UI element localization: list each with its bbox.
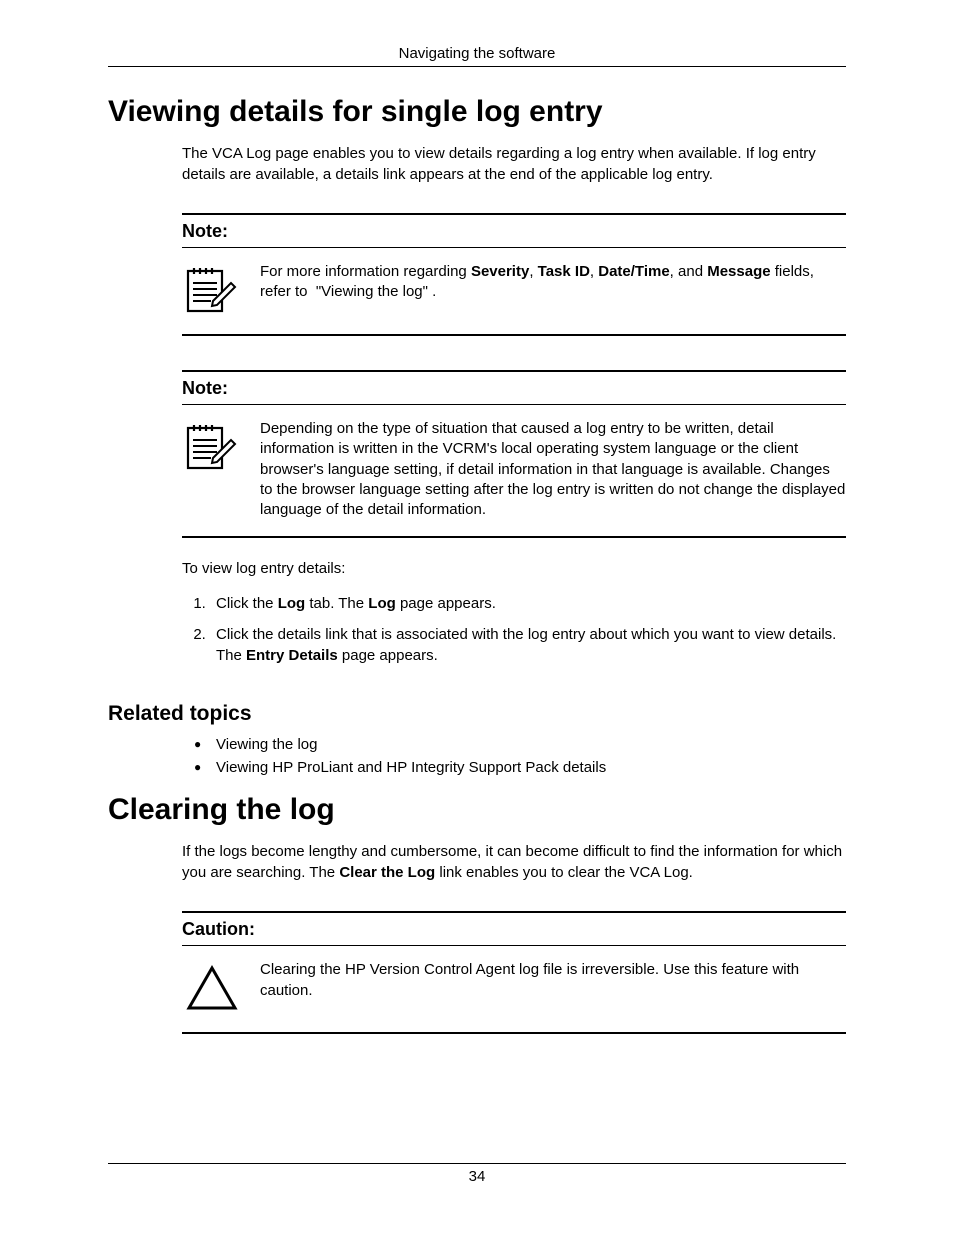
section-heading-clearing-log: Clearing the log bbox=[108, 793, 846, 827]
related-topics-list: Viewing the log Viewing HP ProLiant and … bbox=[182, 734, 846, 779]
note-box-1: Note: For more information regarding Sev… bbox=[182, 213, 846, 336]
step-item: Click the details link that is associate… bbox=[210, 624, 846, 666]
running-header: Navigating the software bbox=[108, 45, 846, 67]
section-heading-viewing-details: Viewing details for single log entry bbox=[108, 95, 846, 129]
related-link[interactable]: Viewing HP ProLiant and HP Integrity Sup… bbox=[216, 757, 846, 780]
note-label: Note: bbox=[182, 372, 846, 405]
intro-paragraph: If the logs become lengthy and cumbersom… bbox=[182, 841, 846, 883]
cross-ref-link[interactable]: "Viewing the log" bbox=[312, 283, 432, 300]
note-icon bbox=[182, 419, 242, 475]
related-link[interactable]: Viewing the log bbox=[216, 734, 846, 757]
page-footer: 34 bbox=[108, 1163, 846, 1185]
step-item: Click the Log tab. The Log page appears. bbox=[210, 593, 846, 614]
document-page: Navigating the software Viewing details … bbox=[0, 0, 954, 1235]
related-topics-heading: Related topics bbox=[108, 702, 846, 726]
note-text: For more information regarding Severity,… bbox=[260, 262, 846, 303]
steps-list: Click the Log tab. The Log page appears.… bbox=[182, 593, 846, 676]
note-icon bbox=[182, 262, 242, 318]
caution-label: Caution: bbox=[182, 913, 846, 946]
note-box-2: Note: Depending on the type of situation… bbox=[182, 370, 846, 538]
caution-icon bbox=[182, 960, 242, 1016]
intro-paragraph: The VCA Log page enables you to view det… bbox=[182, 143, 846, 185]
caution-box: Caution: Clearing the HP Version Control… bbox=[182, 911, 846, 1034]
page-number: 34 bbox=[469, 1168, 486, 1185]
steps-lead: To view log entry details: bbox=[182, 558, 846, 579]
note-label: Note: bbox=[182, 215, 846, 248]
caution-text: Clearing the HP Version Control Agent lo… bbox=[260, 960, 846, 1001]
note-text: Depending on the type of situation that … bbox=[260, 419, 846, 520]
